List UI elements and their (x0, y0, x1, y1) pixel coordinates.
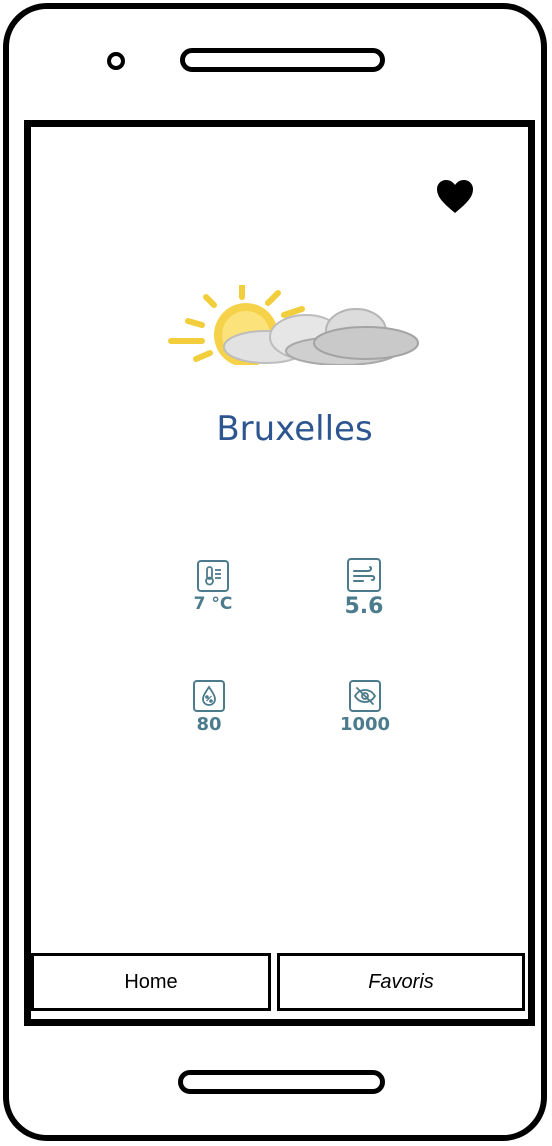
hardware-home-bar (178, 1070, 385, 1094)
wind-metric: 5.6 (314, 558, 414, 619)
wind-icon (347, 558, 381, 592)
droplet-icon (193, 680, 225, 712)
partly-cloudy-icon (166, 283, 426, 367)
favorite-toggle[interactable] (435, 179, 475, 215)
camera (107, 52, 125, 70)
temperature-value: 7 °C (193, 594, 233, 614)
heart-icon[interactable] (435, 179, 475, 215)
tab-home[interactable]: Home (31, 953, 271, 1011)
humidity-metric: 80 (159, 680, 259, 735)
wind-value: 5.6 (344, 594, 384, 619)
speaker (180, 48, 385, 72)
visibility-metric: 1000 (315, 680, 415, 735)
eye-off-icon (349, 680, 381, 712)
bottom-nav: Home Favoris (31, 953, 528, 1013)
screen: Bruxelles 7 °C 5.6 80 1000 Home Favoris (24, 120, 535, 1026)
tab-favoris[interactable]: Favoris (277, 953, 525, 1011)
thermometer-icon (197, 560, 229, 592)
visibility-value: 1000 (339, 714, 391, 735)
humidity-value: 80 (196, 714, 222, 735)
temperature-metric: 7 °C (163, 560, 263, 614)
city-name: Bruxelles (216, 409, 373, 449)
